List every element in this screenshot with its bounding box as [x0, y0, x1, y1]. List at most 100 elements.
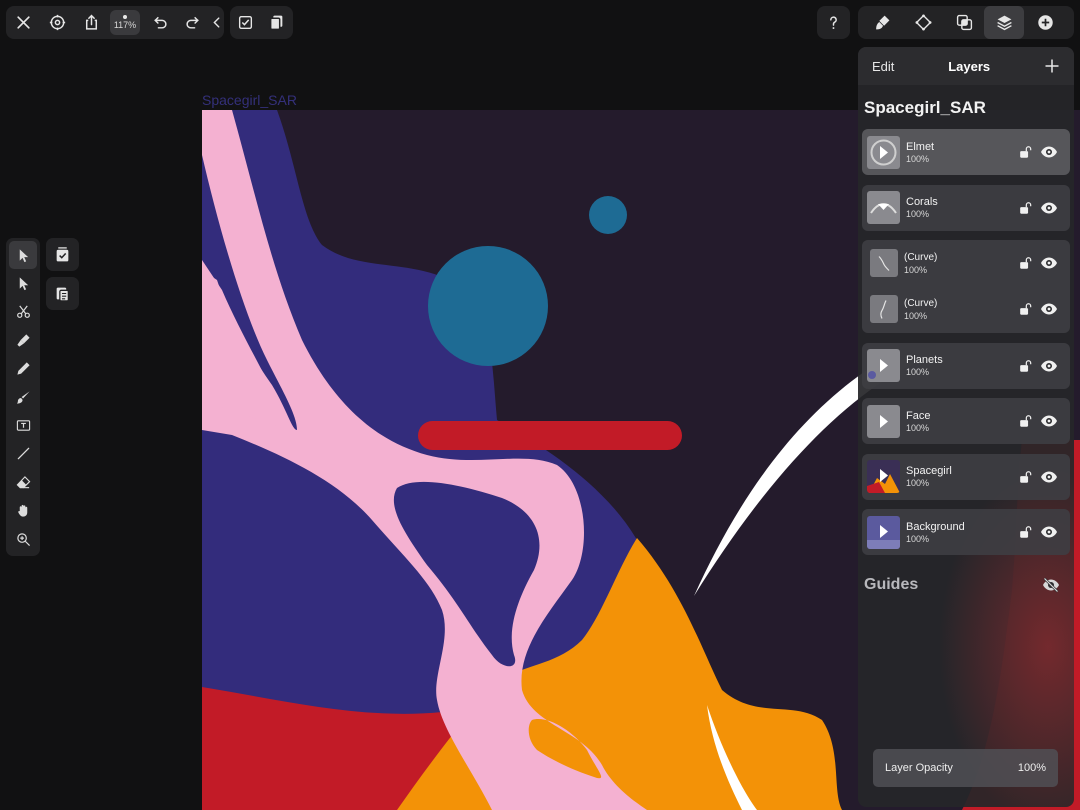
duplicate-button[interactable]	[261, 6, 292, 39]
curve-thumb-icon	[880, 299, 887, 319]
layers-panel: Edit Layers Spacegirl_SAR Elmet 100% Cor…	[858, 47, 1074, 807]
boolean-panel-button[interactable]	[944, 6, 984, 39]
eye-icon[interactable]	[1040, 200, 1058, 216]
unlock-icon[interactable]	[1018, 302, 1032, 316]
eye-icon[interactable]	[1040, 301, 1058, 317]
unlock-icon[interactable]	[1018, 359, 1032, 373]
layer-thumbnail	[867, 135, 900, 169]
tool-hand[interactable]	[9, 497, 37, 525]
share-button[interactable]	[74, 6, 108, 39]
layer-opacity: 100%	[906, 533, 930, 544]
unlock-icon[interactable]	[1018, 414, 1032, 428]
select-all-button[interactable]	[230, 6, 261, 39]
close-button[interactable]	[6, 6, 40, 39]
settings-button[interactable]	[40, 6, 74, 39]
planet-large	[428, 246, 548, 366]
layer-thumbnail	[867, 349, 900, 382]
add-panel-button[interactable]	[1024, 6, 1066, 39]
zoom-button[interactable]: 117%	[110, 10, 140, 35]
toolbar-help	[817, 6, 850, 39]
layer-list: Elmet 100% Corals 100% (Curve) 100% (Cur…	[858, 129, 1074, 555]
layer-row-spacegirl[interactable]: Spacegirl 100%	[862, 453, 1070, 500]
tool-node[interactable]	[9, 269, 37, 297]
edit-button[interactable]: Edit	[872, 59, 894, 74]
transform-panel-button[interactable]	[902, 6, 944, 39]
toolbar-panels	[858, 6, 1074, 39]
layer-thumbnail	[867, 460, 900, 493]
zoom-icon	[16, 532, 30, 546]
undo-button[interactable]	[142, 6, 176, 39]
planet-small	[589, 196, 627, 234]
layer-name: Background	[906, 520, 965, 533]
tool-pen[interactable]	[9, 326, 37, 354]
tool-eraser[interactable]	[9, 468, 37, 496]
help-button[interactable]	[817, 6, 850, 39]
layer-row-curve-1[interactable]: (Curve) 100%	[862, 240, 1070, 286]
group-thumb-icon	[880, 414, 888, 428]
layer-opacity-control[interactable]: Layer Opacity 100%	[873, 749, 1058, 787]
flatten-button[interactable]	[46, 238, 79, 271]
layer-row-corals[interactable]: Corals 100%	[862, 184, 1070, 231]
eye-icon[interactable]	[1040, 144, 1058, 160]
layer-row-face[interactable]: Face 100%	[862, 398, 1070, 444]
eraser-icon	[16, 475, 30, 489]
layer-opacity: 100%	[906, 209, 930, 219]
layer-row-planets[interactable]: Planets 100%	[862, 342, 1070, 389]
unlock-icon[interactable]	[1018, 525, 1032, 539]
collapse-toolbar-button[interactable]	[210, 6, 224, 39]
layer-opacity-value: 100%	[1017, 762, 1046, 774]
layer-thumbnail	[867, 191, 900, 224]
box-check-icon	[56, 247, 69, 262]
tool-brush[interactable]	[9, 383, 37, 411]
layer-row-curve-2[interactable]: (Curve) 100%	[862, 286, 1070, 332]
guides-row[interactable]: Guides	[858, 565, 1074, 605]
layer-opacity: 100%	[906, 367, 930, 377]
eye-icon[interactable]	[1040, 524, 1058, 540]
group-thumb-icon	[870, 139, 897, 165]
unlock-icon[interactable]	[1018, 145, 1032, 159]
tool-text[interactable]	[9, 411, 37, 439]
layer-row-background[interactable]: Background 100%	[862, 509, 1070, 555]
layer-opacity-label: Layer Opacity	[885, 762, 953, 774]
layer-row-elmet[interactable]: Elmet 100%	[862, 129, 1070, 175]
layer-thumbnail	[870, 249, 898, 277]
unlock-icon[interactable]	[1018, 256, 1032, 270]
panel-header: Edit Layers	[858, 47, 1074, 85]
tool-palette	[6, 238, 40, 556]
tool-scissors[interactable]	[9, 298, 37, 326]
unlock-icon[interactable]	[1018, 201, 1032, 215]
redo-button[interactable]	[176, 6, 210, 39]
layers-panel-button[interactable]	[984, 6, 1024, 39]
tool-zoom[interactable]	[9, 525, 37, 553]
share-icon	[85, 14, 97, 30]
tool-pencil[interactable]	[9, 355, 37, 383]
layers-icon	[996, 15, 1012, 31]
eye-icon[interactable]	[1040, 255, 1058, 271]
layers-tab-title: Layers	[948, 58, 991, 74]
tool-line[interactable]	[9, 440, 37, 468]
eye-icon[interactable]	[1040, 413, 1058, 429]
paste-button[interactable]	[46, 277, 79, 310]
add-layer-icon[interactable]	[1044, 58, 1060, 74]
scissors-icon	[16, 305, 30, 319]
checkbox-icon	[238, 15, 253, 30]
toolbar-main: 117%	[6, 6, 224, 39]
group-thumb-icon	[870, 202, 897, 214]
group-thumb-icon	[867, 524, 900, 549]
unlock-icon[interactable]	[1018, 470, 1032, 484]
tool-move[interactable]	[9, 241, 37, 270]
paint-brush-icon	[16, 391, 30, 404]
artboard-title[interactable]: Spacegirl_SAR	[202, 92, 297, 108]
pointer-icon	[19, 249, 28, 262]
eye-icon[interactable]	[1040, 358, 1058, 374]
question-icon	[830, 16, 837, 29]
layer-name: (Curve)	[904, 297, 938, 309]
redo-icon	[185, 16, 199, 29]
eye-icon[interactable]	[1040, 469, 1058, 485]
group-thumb-icon	[868, 359, 888, 379]
style-panel-button[interactable]	[862, 6, 902, 39]
layer-name: Face	[906, 409, 931, 422]
zoom-level: 117%	[113, 20, 137, 30]
eye-slash-icon[interactable]	[1042, 577, 1060, 593]
toolbar-selection	[230, 6, 293, 39]
